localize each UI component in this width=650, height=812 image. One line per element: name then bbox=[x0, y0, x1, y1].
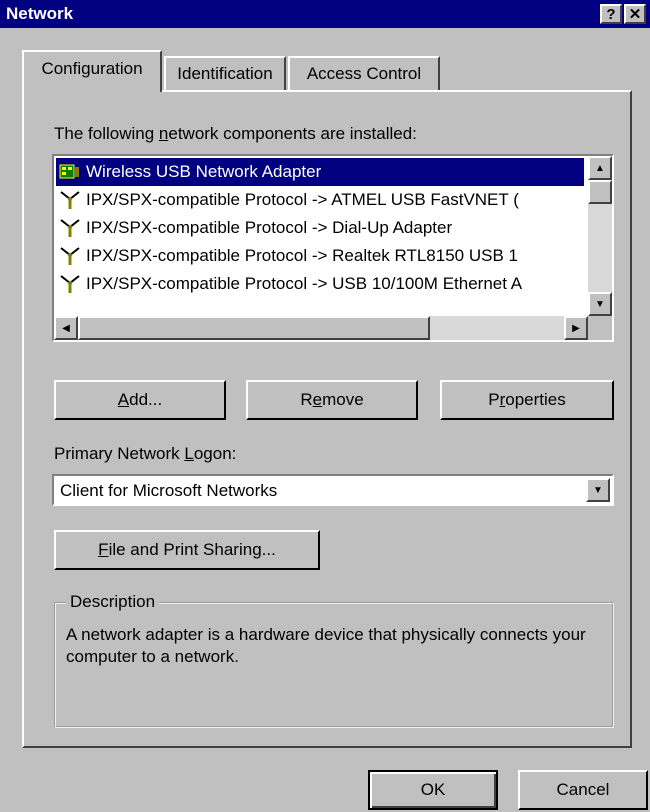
properties-button-label: Properties bbox=[488, 390, 566, 409]
list-item[interactable]: IPX/SPX-compatible Protocol -> Dial-Up A… bbox=[56, 214, 584, 242]
list-item[interactable]: IPX/SPX-compatible Protocol -> USB 10/10… bbox=[56, 270, 584, 298]
right-arrow-icon: ▶ bbox=[572, 322, 580, 334]
cancel-button[interactable]: Cancel bbox=[518, 770, 648, 810]
list-item-text: Wireless USB Network Adapter bbox=[86, 162, 322, 181]
list-item-text: IPX/SPX-compatible Protocol -> Dial-Up A… bbox=[86, 218, 453, 237]
scroll-down-button[interactable]: ▼ bbox=[588, 292, 612, 316]
vertical-scrollbar[interactable]: ▲ ▼ bbox=[588, 156, 612, 316]
tab-access-control[interactable]: Access Control bbox=[288, 56, 440, 90]
ok-button-label: OK bbox=[420, 780, 446, 799]
add-button[interactable]: Add... bbox=[54, 380, 226, 420]
close-button[interactable]: ✕ bbox=[624, 4, 646, 24]
title-bar[interactable]: Network ? ✕ bbox=[0, 0, 650, 28]
remove-button[interactable]: Remove bbox=[246, 380, 418, 420]
protocol-icon bbox=[58, 273, 82, 295]
help-icon: ? bbox=[606, 5, 616, 23]
protocol-icon bbox=[58, 245, 82, 267]
tab-access-control-label: Access Control bbox=[306, 64, 422, 83]
horizontal-scroll-thumb[interactable] bbox=[78, 316, 430, 340]
protocol-icon bbox=[58, 217, 82, 239]
file-print-sharing-label: File and Print Sharing... bbox=[98, 540, 276, 559]
ok-button[interactable]: OK bbox=[368, 770, 498, 810]
primary-logon-select[interactable]: Client for Microsoft Networks ▼ bbox=[52, 474, 614, 506]
dropdown-button[interactable]: ▼ bbox=[586, 478, 610, 502]
description-text: A network adapter is a hardware device t… bbox=[66, 625, 586, 666]
scrollbar-corner bbox=[588, 316, 612, 340]
scroll-right-button[interactable]: ▶ bbox=[564, 316, 588, 340]
window-title: Network bbox=[6, 4, 74, 23]
tab-identification[interactable]: Identification bbox=[164, 56, 286, 90]
up-arrow-icon: ▲ bbox=[595, 162, 605, 174]
list-item[interactable]: Wireless USB Network Adapter bbox=[56, 158, 584, 186]
help-button[interactable]: ? bbox=[600, 4, 622, 24]
file-print-sharing-button[interactable]: File and Print Sharing... bbox=[54, 530, 320, 570]
components-label: The following network components are ins… bbox=[54, 124, 417, 143]
remove-button-label: Remove bbox=[300, 390, 364, 409]
description-legend: Description bbox=[66, 592, 160, 612]
network-adapter-icon bbox=[58, 161, 82, 183]
scroll-left-button[interactable]: ◀ bbox=[54, 316, 78, 340]
protocol-icon bbox=[58, 189, 82, 211]
tab-identification-label: Identification bbox=[177, 64, 273, 83]
tab-configuration[interactable]: Configuration bbox=[22, 50, 162, 92]
list-item[interactable]: IPX/SPX-compatible Protocol -> Realtek R… bbox=[56, 242, 584, 270]
logon-label: Primary Network Logon: bbox=[54, 444, 237, 463]
vertical-scroll-thumb[interactable] bbox=[588, 180, 612, 204]
list-item-text: IPX/SPX-compatible Protocol -> ATMEL USB… bbox=[86, 190, 519, 209]
chevron-down-icon: ▼ bbox=[593, 484, 603, 496]
list-item-text: IPX/SPX-compatible Protocol -> Realtek R… bbox=[86, 246, 518, 265]
list-item-text: IPX/SPX-compatible Protocol -> USB 10/10… bbox=[86, 274, 523, 293]
close-icon: ✕ bbox=[628, 6, 642, 23]
primary-logon-value: Client for Microsoft Networks bbox=[60, 481, 278, 500]
cancel-button-label: Cancel bbox=[556, 780, 610, 799]
properties-button[interactable]: Properties bbox=[440, 380, 614, 420]
components-list[interactable]: Wireless USB Network Adapter IPX/SPX-com… bbox=[52, 154, 614, 342]
scroll-up-button[interactable]: ▲ bbox=[588, 156, 612, 180]
down-arrow-icon: ▼ bbox=[595, 298, 605, 310]
horizontal-scrollbar[interactable]: ◀ ▶ bbox=[54, 316, 612, 340]
left-arrow-icon: ◀ bbox=[62, 322, 70, 334]
add-button-label: Add... bbox=[117, 390, 163, 409]
tab-configuration-label: Configuration bbox=[41, 59, 143, 78]
list-item[interactable]: IPX/SPX-compatible Protocol -> ATMEL USB… bbox=[56, 186, 584, 214]
